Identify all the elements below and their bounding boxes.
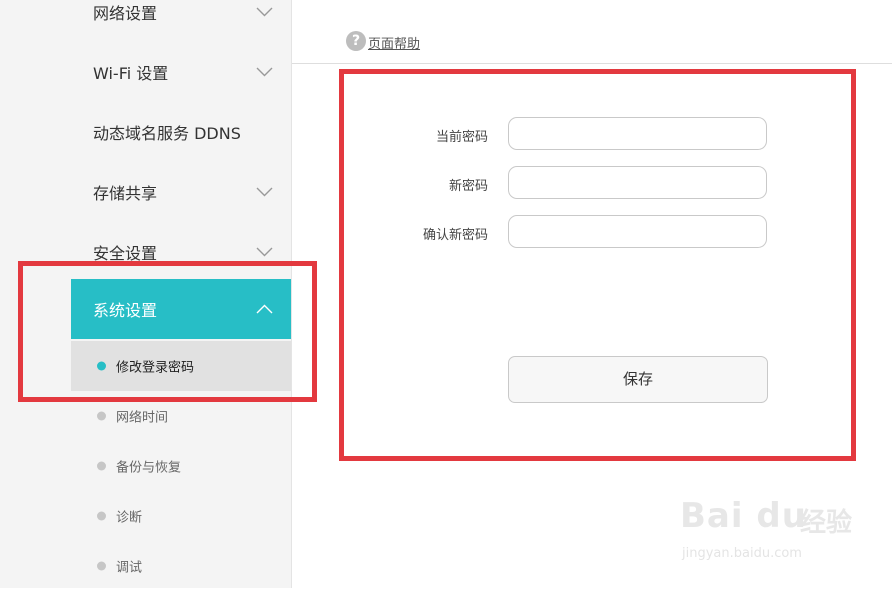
watermark-url: jingyan.baidu.com — [682, 546, 802, 561]
subnav-item-label: 调试 — [116, 560, 143, 576]
sidebar-item-label: 动态域名服务 DDNS — [93, 124, 241, 143]
save-button[interactable]: 保存 — [508, 356, 768, 403]
sidebar-item-storage-sharing[interactable]: 存储共享 — [71, 162, 291, 222]
watermark-logo: Bai du — [680, 496, 807, 536]
bullet-icon — [97, 511, 106, 521]
subnav-item-label: 备份与恢复 — [116, 460, 182, 476]
sidebar-item-label: 存储共享 — [93, 184, 158, 203]
sidebar-item-network-settings[interactable]: 网络设置 — [71, 0, 291, 42]
subnav-item-label: 诊断 — [116, 510, 143, 526]
chevron-down-icon — [256, 7, 273, 17]
left-gutter — [0, 0, 71, 588]
new-password-label: 新密码 — [448, 179, 488, 194]
page-help-link[interactable]: 页面帮助 — [368, 33, 420, 52]
header-divider — [292, 63, 892, 64]
sidebar-item-label: 系统设置 — [93, 301, 158, 320]
current-password-field[interactable] — [508, 117, 767, 150]
confirm-password-label: 确认新密码 — [422, 228, 488, 243]
subnav-item-network-time[interactable]: 网络时间 — [71, 391, 291, 441]
bullet-icon — [97, 411, 106, 421]
sidebar-item-security-settings[interactable]: 安全设置 — [71, 222, 291, 282]
sidebar-item-wifi-settings[interactable]: Wi-Fi 设置 — [71, 42, 291, 102]
chevron-down-icon — [256, 67, 273, 77]
watermark-name: 经验 — [800, 508, 853, 538]
sidebar-item-label: 网络设置 — [93, 4, 158, 23]
subnav-item-diagnostics[interactable]: 诊断 — [71, 491, 291, 541]
chevron-down-icon — [256, 187, 273, 197]
confirm-password-field[interactable] — [508, 215, 767, 248]
sidebar: 网络设置 Wi-Fi 设置 动态域名服务 DDNS 存储共享 安全设置 系统设置… — [71, 0, 292, 588]
chevron-up-icon — [256, 304, 273, 314]
chevron-down-icon — [256, 247, 273, 257]
bullet-icon — [97, 561, 106, 571]
sidebar-item-label: Wi-Fi 设置 — [93, 64, 169, 83]
sidebar-item-label: 安全设置 — [93, 244, 158, 263]
bullet-icon — [97, 361, 106, 371]
subnav-item-change-login-password[interactable]: 修改登录密码 — [71, 341, 291, 391]
question-mark-icon: ? — [346, 31, 366, 51]
subnav-item-debug[interactable]: 调试 — [71, 541, 291, 591]
new-password-field[interactable] — [508, 166, 767, 199]
subnav-item-label: 修改登录密码 — [116, 360, 195, 376]
sidebar-item-system-settings[interactable]: 系统设置 — [71, 279, 291, 339]
subnav-item-label: 网络时间 — [116, 410, 169, 426]
bullet-icon — [97, 461, 106, 471]
sidebar-item-ddns[interactable]: 动态域名服务 DDNS — [71, 102, 291, 162]
baidu-jingyan-watermark: Bai du 经验 jingyan.baidu.com — [680, 490, 880, 570]
subnav-item-backup-restore[interactable]: 备份与恢复 — [71, 441, 291, 491]
current-password-label: 当前密码 — [435, 130, 488, 145]
